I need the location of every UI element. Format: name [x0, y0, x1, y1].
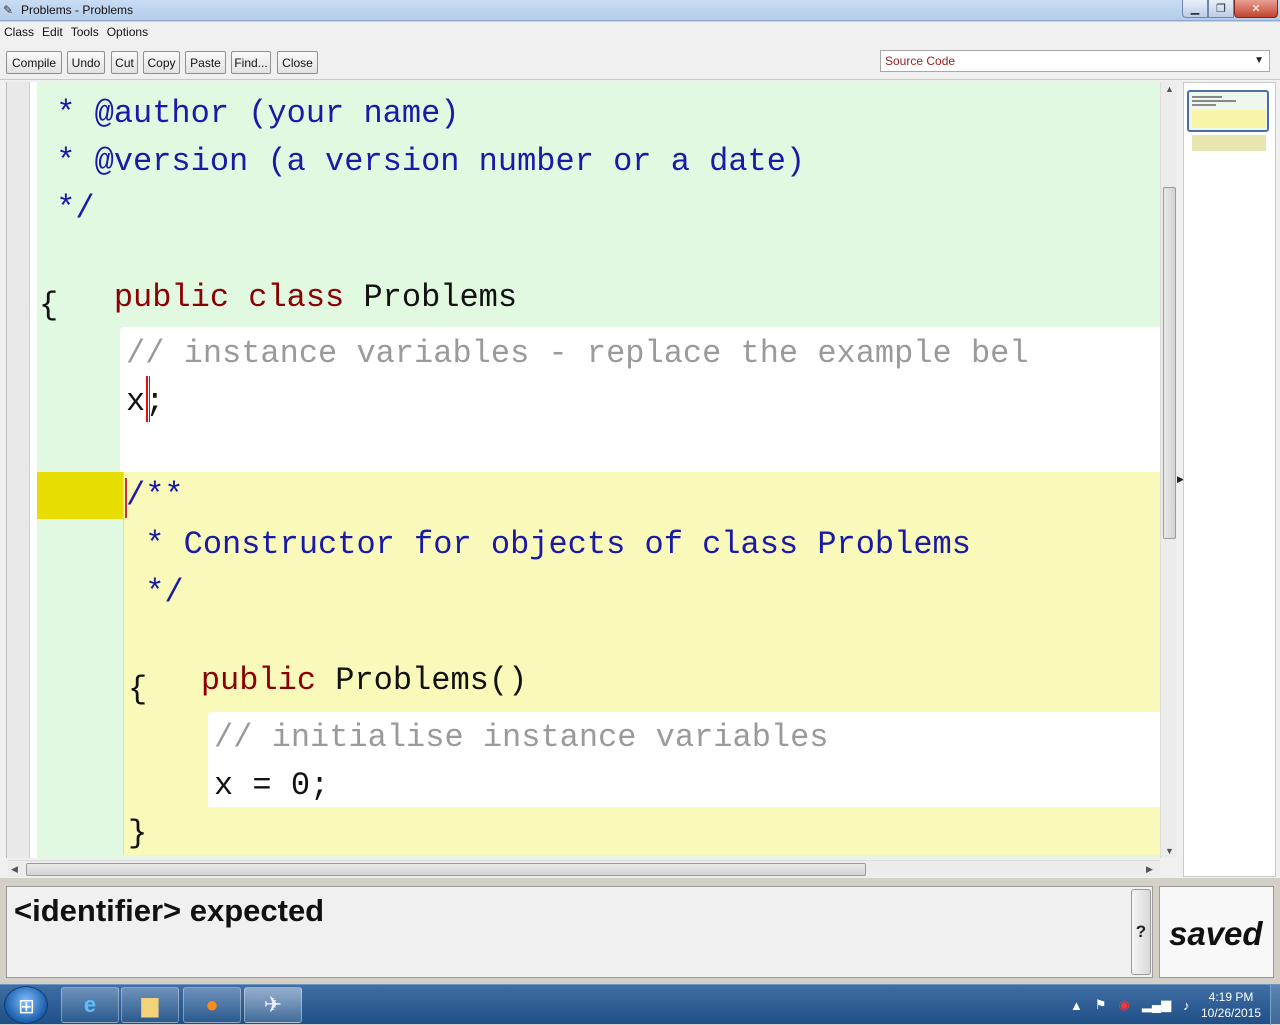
code-line-15: }: [128, 815, 148, 852]
keyword-class: class: [248, 279, 345, 316]
navi-view[interactable]: [1183, 82, 1276, 877]
clock-date: 10/26/2015: [1200, 1006, 1262, 1020]
undo-button[interactable]: Undo: [67, 51, 105, 74]
scroll-left-icon[interactable]: ◀: [11, 864, 18, 875]
clock-time: 4:19 PM: [1208, 990, 1254, 1004]
menu-class[interactable]: Class: [4, 25, 34, 39]
code-line-13: // initialise instance variables: [214, 719, 829, 756]
navi-constructor-block: [1192, 110, 1266, 128]
error-message: <identifier> expected: [14, 893, 325, 928]
constructor-signature: Problems(): [335, 662, 528, 699]
close-window-button[interactable]: ✕: [1234, 0, 1278, 18]
taskbar: ⊞ e ▆ ● ✈ ▲ ⚑ ◉ ▂▄▆ ♪ 4:19 PM 10/26/2015: [0, 984, 1280, 1025]
save-status-box: saved: [1159, 886, 1274, 978]
compile-button[interactable]: Compile: [6, 51, 62, 74]
system-tray: ▲ ⚑ ◉ ▂▄▆ ♪: [1070, 985, 1190, 1025]
vertical-scroll-thumb[interactable]: [1163, 187, 1176, 539]
volume-icon[interactable]: ♪: [1183, 998, 1190, 1013]
message-area: <identifier> expected: [6, 886, 1153, 978]
blank-line-margin: [37, 422, 120, 470]
bluej-bird-icon: ✈: [263, 992, 283, 1017]
taskbar-file-explorer[interactable]: ▆: [121, 987, 179, 1023]
restore-button[interactable]: ❐: [1208, 0, 1234, 18]
save-status: saved: [1169, 915, 1263, 952]
keyword-public: public: [113, 279, 230, 316]
vertical-scrollbar[interactable]: ▲ ▼: [1160, 82, 1177, 858]
chevron-down-icon: ▼: [1254, 55, 1264, 66]
horizontal-scrollbar[interactable]: ◀ ▶: [8, 860, 1160, 877]
code-editor[interactable]: * @author (your name) * @version (a vers…: [30, 82, 1160, 858]
title-bar: ✎ Problems - Problems ▁ ❐ ✕: [0, 0, 1280, 21]
window-title: Problems - Problems: [21, 3, 134, 17]
tray-expand-icon[interactable]: ▲: [1070, 998, 1083, 1013]
code-line-8: /**: [126, 477, 184, 514]
internet-explorer-icon: e: [83, 992, 97, 1017]
scroll-right-icon[interactable]: ▶: [1146, 864, 1153, 875]
horizontal-scroll-thumb[interactable]: [26, 863, 866, 876]
view-select-value: Source Code: [885, 54, 956, 68]
windows-logo-icon: ⊞: [18, 996, 35, 1018]
action-center-flag-icon[interactable]: ⚑: [1095, 997, 1107, 1013]
navi-method-block: [1192, 135, 1266, 151]
taskbar-internet-explorer[interactable]: e: [61, 987, 119, 1023]
code-line-9: * Constructor for objects of class Probl…: [126, 526, 971, 563]
folder-icon: ▆: [141, 992, 159, 1017]
system-clock[interactable]: 4:19 PM 10/26/2015: [1196, 989, 1266, 1021]
navi-mini-line: [1192, 104, 1216, 106]
find-button[interactable]: Find...: [231, 51, 271, 74]
firefox-icon: ●: [205, 992, 219, 1017]
error-help-button[interactable]: ?: [1131, 889, 1151, 975]
code-line-2: * @version (a version number or a date): [37, 143, 806, 180]
scroll-up-icon[interactable]: ▲: [1165, 84, 1174, 94]
code-line-3: */: [37, 190, 95, 227]
menu-options[interactable]: Options: [107, 25, 148, 39]
keyword-public-2: public: [200, 662, 317, 699]
error-caret: [146, 376, 150, 422]
class-name: Problems: [363, 279, 518, 316]
code-line-12: {: [128, 671, 148, 708]
scroll-down-icon[interactable]: ▼: [1165, 846, 1174, 856]
menu-bar: Class Edit Tools Options: [0, 22, 1280, 42]
close-icon: ✕: [1251, 3, 1261, 15]
start-button[interactable]: ⊞: [4, 986, 48, 1024]
navi-mini-line: [1192, 100, 1236, 102]
paste-button[interactable]: Paste: [185, 51, 226, 74]
minimize-button[interactable]: ▁: [1182, 0, 1208, 18]
taskbar-firefox[interactable]: ●: [183, 987, 241, 1023]
antivirus-icon[interactable]: ◉: [1119, 997, 1130, 1013]
window-controls: ▁ ❐ ✕: [1182, 0, 1278, 19]
network-signal-icon[interactable]: ▂▄▆: [1142, 997, 1171, 1013]
taskbar-bluej[interactable]: ✈: [244, 987, 302, 1023]
close-button[interactable]: Close: [277, 51, 318, 74]
minimize-icon: ▁: [1190, 3, 1200, 15]
menu-edit[interactable]: Edit: [42, 25, 63, 39]
blank-line-block: [37, 422, 1160, 470]
view-select[interactable]: Source Code ▼: [880, 50, 1270, 72]
line-gutter[interactable]: [6, 82, 30, 858]
code-line-1: * @author (your name): [37, 95, 460, 132]
restore-icon: ❐: [1216, 3, 1226, 15]
code-line-5: {: [39, 287, 59, 324]
copy-button[interactable]: Copy: [143, 51, 180, 74]
code-line-14: x = 0;: [214, 767, 330, 804]
navi-mini-line: [1192, 96, 1222, 98]
cut-button[interactable]: Cut: [111, 51, 138, 74]
code-line-6: // instance variables - replace the exam…: [126, 335, 1029, 372]
bluej-app-icon: ✎: [3, 3, 14, 17]
code-line-10: */: [126, 574, 184, 611]
current-line-marker: [37, 472, 123, 519]
show-desktop-button[interactable]: [1270, 985, 1280, 1025]
menu-tools[interactable]: Tools: [71, 25, 99, 39]
